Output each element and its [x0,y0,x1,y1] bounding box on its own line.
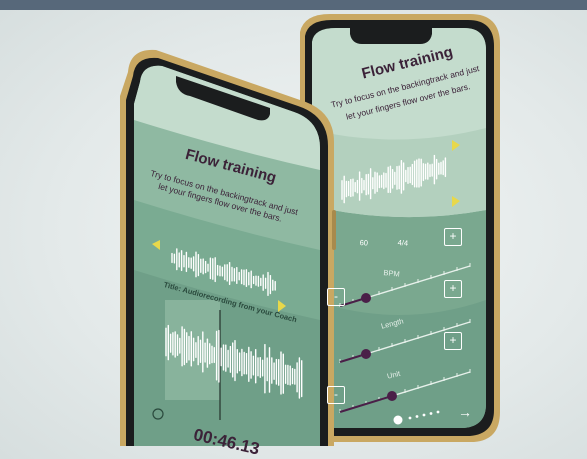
product-photo: Flow training Try to focus on the backin… [0,0,587,459]
play-back-icon [152,240,160,250]
unit-plus-button[interactable]: + [444,332,462,350]
unit-minus-button[interactable]: - [327,386,345,404]
page-dot [436,410,440,414]
tempo-value: 60 [359,238,369,248]
back-waveform [341,154,447,204]
page-dot [415,415,419,418]
bpm-label: BPM [383,268,401,279]
bpm-slider-knob [361,293,371,303]
play-icon [452,140,460,151]
front-waveform-large [165,324,303,399]
length-slider-knob [361,349,371,359]
waveforms-and-sliders [152,140,471,425]
length-plus-button[interactable]: + [444,280,462,298]
time-signature: 4/4 [397,238,409,248]
page-dot [429,412,433,415]
bpm-plus-button[interactable]: + [444,228,462,246]
page-dot [408,416,412,420]
length-minus-button[interactable]: - [327,288,345,306]
unit-slider-fill [339,395,393,413]
play-icon-2 [452,196,460,207]
timer-icon [152,408,164,420]
arrow-right-icon[interactable]: → [458,404,472,420]
unit-slider-knob [387,391,397,401]
contrast-icon [393,415,403,425]
page-dot [422,413,426,417]
